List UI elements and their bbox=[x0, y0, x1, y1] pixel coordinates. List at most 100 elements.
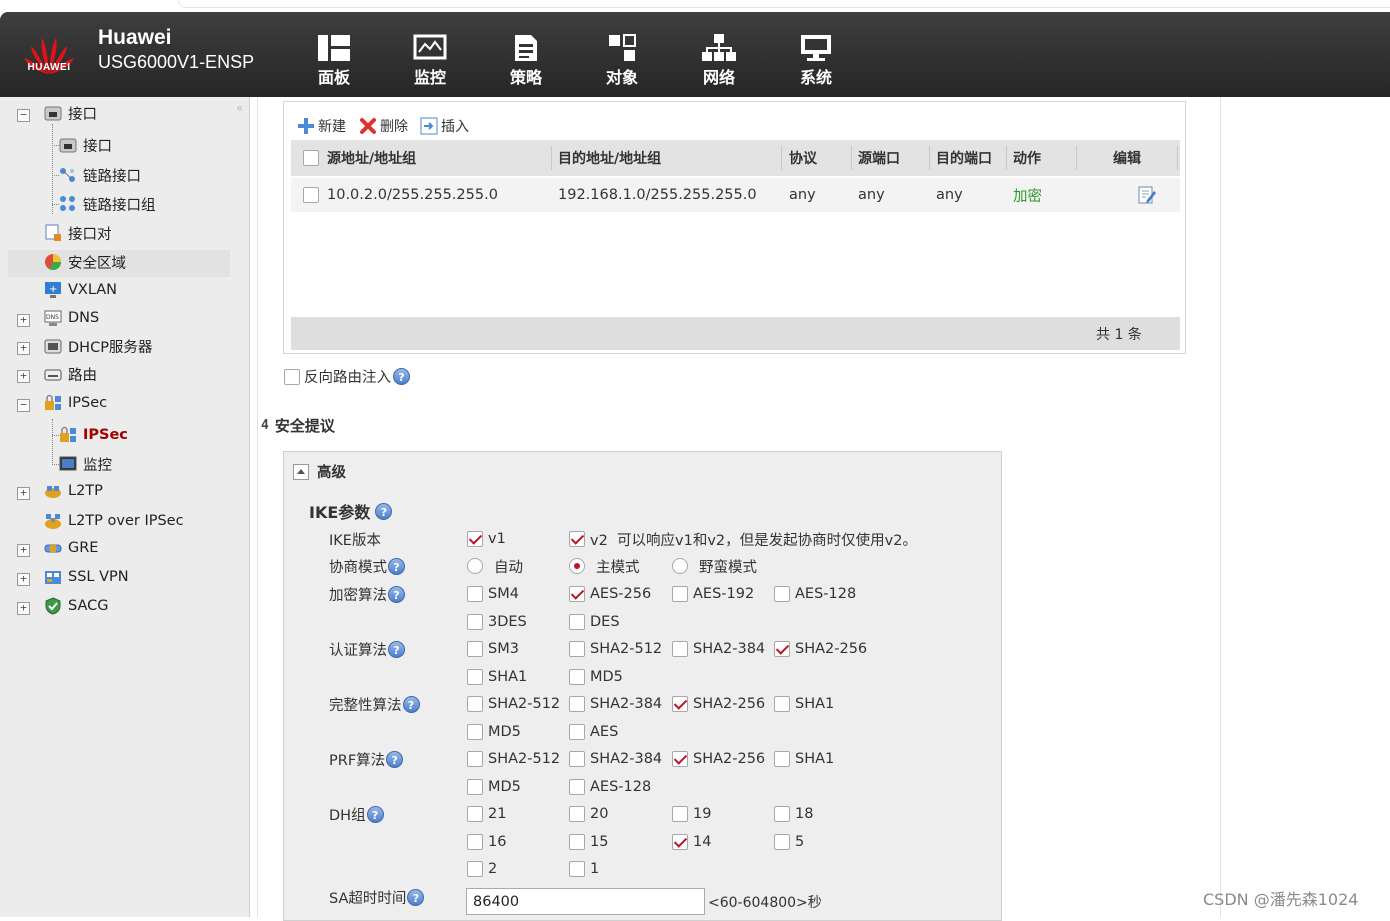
nav-network[interactable]: 网络 bbox=[689, 30, 749, 90]
auth-md5-checkbox[interactable] bbox=[569, 669, 585, 685]
prf-option[interactable]: SHA2-512 bbox=[467, 747, 560, 771]
auth-option[interactable]: SHA2-384 bbox=[672, 637, 765, 661]
new-button[interactable]: 新建 bbox=[297, 116, 346, 136]
col-source[interactable]: 源地址/地址组 bbox=[327, 140, 416, 176]
dh-19-checkbox[interactable] bbox=[672, 806, 688, 822]
ike-v2-checkbox[interactable] bbox=[569, 531, 585, 547]
prf-sha2-256-checkbox[interactable] bbox=[672, 751, 688, 767]
sa-timeout-input[interactable] bbox=[466, 888, 705, 915]
prf-sha2-512-checkbox[interactable] bbox=[467, 751, 483, 767]
dh-2-checkbox[interactable] bbox=[467, 861, 483, 877]
tree-item-interface[interactable]: 接口 bbox=[59, 133, 112, 157]
enc-option[interactable]: SM4 bbox=[467, 582, 519, 606]
tree-item-vxlan[interactable]: + VXLAN bbox=[44, 278, 117, 302]
prf-option[interactable]: SHA2-256 bbox=[672, 747, 765, 771]
prf-sha2-384-checkbox[interactable] bbox=[569, 751, 585, 767]
tree-item-ipsec[interactable]: IPSec bbox=[59, 423, 128, 447]
dh-option[interactable]: 15 bbox=[569, 830, 608, 854]
tree-item-link-interface[interactable]: 链路接口 bbox=[59, 163, 141, 187]
dh-option[interactable]: 14 bbox=[672, 830, 711, 854]
help-icon[interactable]: ? bbox=[388, 585, 405, 603]
integrity-option[interactable]: SHA2-512 bbox=[467, 692, 560, 716]
nav-policy[interactable]: 策略 bbox=[496, 30, 556, 90]
enc-option[interactable]: AES-128 bbox=[774, 582, 856, 606]
mode-aggressive-radio[interactable] bbox=[672, 558, 688, 574]
tree-item-ssl-vpn[interactable]: SSL VPN bbox=[44, 565, 129, 589]
mode-auto-radio[interactable] bbox=[467, 558, 483, 574]
prf-option[interactable]: AES-128 bbox=[569, 775, 651, 799]
ike-v2-option[interactable]: v2 可以响应v1和v2，但是发起协商时仅使用v2。 bbox=[569, 527, 917, 551]
dh-option[interactable]: 18 bbox=[774, 802, 813, 826]
expander-route[interactable]: + bbox=[17, 370, 30, 383]
dh-14-checkbox[interactable] bbox=[672, 834, 688, 850]
help-icon[interactable]: ? bbox=[375, 502, 393, 520]
help-icon[interactable]: ? bbox=[386, 750, 404, 768]
mode-auto-option[interactable]: 自动 bbox=[467, 554, 523, 578]
enc-option[interactable]: AES-256 bbox=[569, 582, 651, 606]
prf-option[interactable]: MD5 bbox=[467, 775, 521, 799]
tree-item-route[interactable]: 路由 bbox=[44, 362, 97, 386]
tree-item-interfaces[interactable]: 接口 bbox=[44, 101, 97, 125]
tree-item-l2tp[interactable]: L2TP bbox=[44, 479, 103, 503]
help-icon[interactable]: ? bbox=[388, 557, 405, 575]
tree-item-ipsec-monitor[interactable]: 监控 bbox=[59, 452, 112, 476]
nav-dashboard[interactable]: 面板 bbox=[304, 30, 364, 90]
col-destination[interactable]: 目的地址/地址组 bbox=[558, 140, 661, 176]
prf-option[interactable]: SHA1 bbox=[774, 747, 834, 771]
expander-interfaces[interactable]: − bbox=[17, 109, 30, 122]
dh-21-checkbox[interactable] bbox=[467, 806, 483, 822]
mode-main-option[interactable]: 主模式 bbox=[569, 554, 640, 578]
int-sha1-checkbox[interactable] bbox=[774, 696, 790, 712]
dh-option[interactable]: 1 bbox=[569, 857, 599, 881]
int-aes-checkbox[interactable] bbox=[569, 724, 585, 740]
enc-option[interactable]: AES-192 bbox=[672, 582, 754, 606]
help-icon[interactable]: ? bbox=[402, 695, 420, 713]
col-dst-port[interactable]: 目的端口 bbox=[936, 140, 992, 176]
dh-1-checkbox[interactable] bbox=[569, 861, 585, 877]
enc-aes192-checkbox[interactable] bbox=[672, 586, 688, 602]
dh-option[interactable]: 2 bbox=[467, 857, 497, 881]
auth-sm3-checkbox[interactable] bbox=[467, 641, 483, 657]
tree-item-link-interface-group[interactable]: 链路接口组 bbox=[59, 192, 156, 216]
int-sha2-384-checkbox[interactable] bbox=[569, 696, 585, 712]
integrity-option[interactable]: SHA2-256 bbox=[672, 692, 765, 716]
nav-monitor[interactable]: 监控 bbox=[400, 30, 460, 90]
integrity-option[interactable]: SHA1 bbox=[774, 692, 834, 716]
int-sha2-512-checkbox[interactable] bbox=[467, 696, 483, 712]
dh-option[interactable]: 20 bbox=[569, 802, 608, 826]
help-icon[interactable]: ? bbox=[388, 640, 405, 658]
collapse-sidebar-icon[interactable]: « bbox=[236, 101, 243, 115]
tree-item-gre[interactable]: GRE bbox=[44, 536, 98, 560]
auth-option[interactable]: SM3 bbox=[467, 637, 519, 661]
tree-item-dns[interactable]: DNS DNS bbox=[44, 306, 99, 330]
select-all-checkbox[interactable] bbox=[303, 150, 319, 166]
tree-item-sacg[interactable]: SACG bbox=[44, 594, 109, 618]
insert-button[interactable]: 插入 bbox=[420, 116, 469, 136]
enc-sm4-checkbox[interactable] bbox=[467, 586, 483, 602]
table-row[interactable]: 10.0.2.0/255.255.255.0 192.168.1.0/255.2… bbox=[291, 178, 1180, 212]
auth-option[interactable]: SHA1 bbox=[467, 665, 527, 689]
nav-object[interactable]: 对象 bbox=[592, 30, 652, 90]
col-src-port[interactable]: 源端口 bbox=[858, 140, 900, 176]
enc-aes256-checkbox[interactable] bbox=[569, 586, 585, 602]
int-sha2-256-checkbox[interactable] bbox=[672, 696, 688, 712]
prf-aes128-checkbox[interactable] bbox=[569, 779, 585, 795]
dh-option[interactable]: 5 bbox=[774, 830, 804, 854]
nav-system[interactable]: 系统 bbox=[786, 30, 846, 90]
expander-ipsec[interactable]: − bbox=[17, 399, 30, 412]
enc-aes128-checkbox[interactable] bbox=[774, 586, 790, 602]
auth-sha2-512-checkbox[interactable] bbox=[569, 641, 585, 657]
dh-option[interactable]: 21 bbox=[467, 802, 506, 826]
col-action[interactable]: 动作 bbox=[1013, 140, 1041, 176]
help-icon[interactable]: ? bbox=[407, 888, 425, 906]
auth-option[interactable]: SHA2-256 bbox=[774, 637, 867, 661]
enc-option[interactable]: 3DES bbox=[467, 610, 527, 634]
collapse-up-icon[interactable] bbox=[293, 463, 309, 480]
expander-dhcp[interactable]: + bbox=[17, 342, 30, 355]
integrity-option[interactable]: AES bbox=[569, 720, 618, 744]
tree-item-interface-pair[interactable]: 接口对 bbox=[44, 221, 112, 245]
mode-main-radio[interactable] bbox=[569, 558, 585, 574]
dh-16-checkbox[interactable] bbox=[467, 834, 483, 850]
row-checkbox[interactable] bbox=[303, 187, 319, 203]
auth-sha1-checkbox[interactable] bbox=[467, 669, 483, 685]
